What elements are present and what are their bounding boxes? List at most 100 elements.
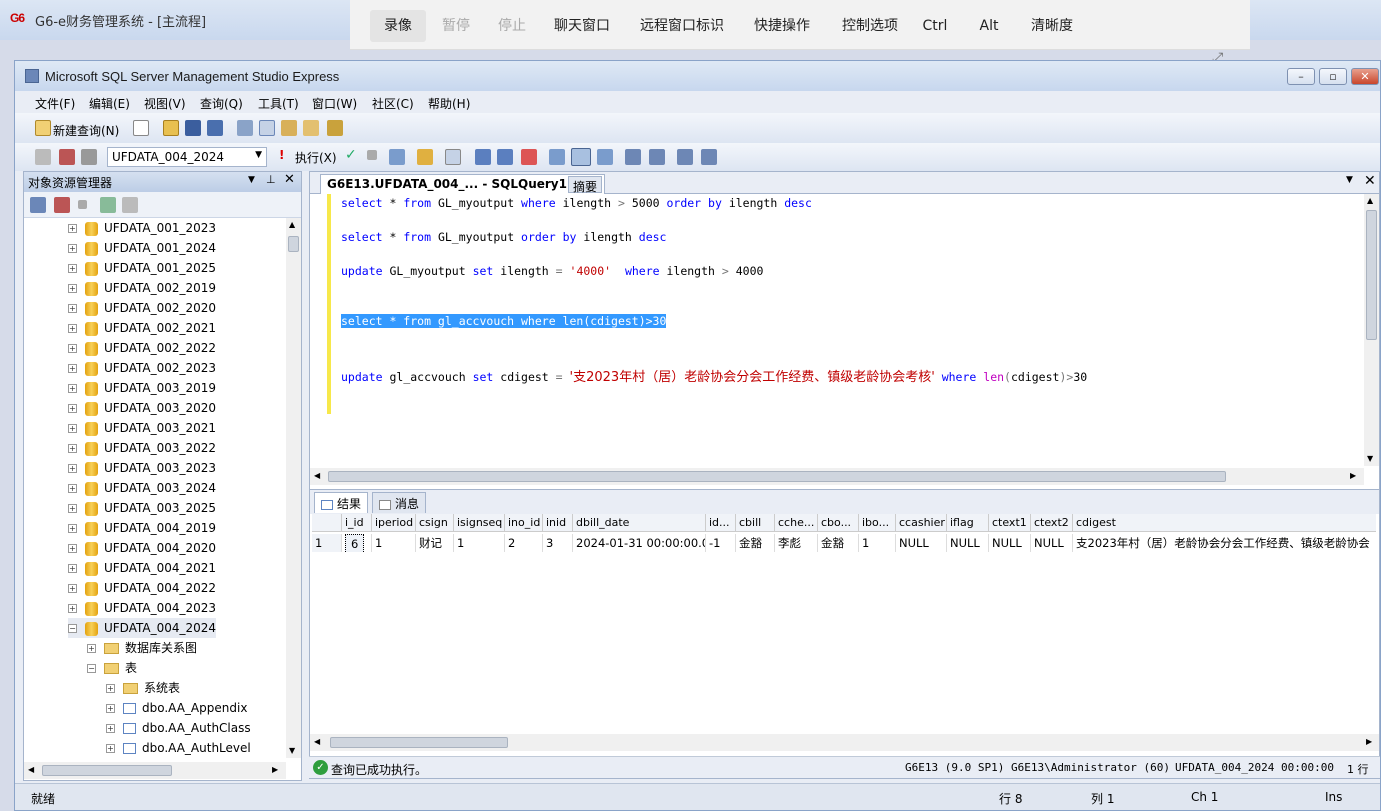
grid-cell[interactable]: NULL	[989, 534, 1031, 552]
maximize-button[interactable]: ▫	[1319, 68, 1347, 85]
tree-node-database[interactable]: + UFDATA_004_2019	[68, 518, 216, 538]
expand-icon[interactable]: +	[68, 404, 77, 413]
scroll-left-icon[interactable]: ◀	[314, 737, 320, 746]
tree-node-database[interactable]: + UFDATA_002_2020	[68, 298, 216, 318]
expand-icon[interactable]: +	[68, 424, 77, 433]
filter-icon[interactable]	[122, 197, 138, 213]
expand-icon[interactable]: +	[68, 224, 77, 233]
object-explorer-horizontal-scrollbar[interactable]: ◀ ▶	[24, 762, 286, 779]
tree-node-database[interactable]: + UFDATA_003_2023	[68, 458, 216, 478]
scroll-left-icon[interactable]: ◀	[28, 765, 34, 774]
expand-icon[interactable]: +	[68, 304, 77, 313]
column-header[interactable]: dbill_date	[573, 514, 706, 532]
menu-file[interactable]: 文件(F)	[35, 95, 75, 112]
increase-indent-icon[interactable]	[701, 149, 717, 165]
tab-dropdown-icon[interactable]: ▼	[1346, 175, 1353, 185]
tree-node-database-selected[interactable]: − UFDATA_004_2024	[68, 618, 217, 638]
column-header[interactable]: cche...	[775, 514, 818, 532]
scroll-thumb[interactable]	[328, 471, 1226, 482]
tree-node-database[interactable]: + UFDATA_002_2021	[68, 318, 216, 338]
tree-node-table[interactable]: + dbo.AA_Appendix	[106, 698, 247, 718]
properties-icon[interactable]	[303, 120, 319, 136]
expand-icon[interactable]: +	[87, 644, 96, 653]
grid-cell[interactable]: NULL	[896, 534, 947, 552]
alt-button[interactable]: Alt	[972, 10, 1006, 42]
refresh-icon[interactable]	[100, 197, 116, 213]
new-file-icon[interactable]	[133, 120, 149, 136]
code-line-selected[interactable]: select * from gl_accvouch where len(cdig…	[341, 314, 667, 328]
column-header[interactable]: inid	[543, 514, 573, 532]
scroll-thumb[interactable]	[330, 737, 508, 748]
grid-cell[interactable]: 1	[454, 534, 505, 552]
close-tab-icon[interactable]: ✕	[1364, 173, 1376, 189]
connect-icon[interactable]	[35, 149, 51, 165]
scroll-up-icon[interactable]: ▲	[1367, 196, 1373, 205]
menu-window[interactable]: 窗口(W)	[312, 95, 357, 112]
column-header[interactable]: i_id	[342, 514, 372, 532]
uncomment-icon[interactable]	[649, 149, 665, 165]
expand-icon[interactable]: +	[68, 604, 77, 613]
tree-node-tables[interactable]: − 表	[87, 658, 137, 678]
grid-cell[interactable]: 6	[342, 534, 372, 552]
tree-node-database[interactable]: + UFDATA_004_2023	[68, 598, 216, 618]
disconnect-icon[interactable]	[54, 197, 70, 213]
close-button[interactable]: ✕	[1351, 68, 1379, 85]
grid-cell[interactable]: NULL	[947, 534, 989, 552]
scroll-right-icon[interactable]: ▶	[1366, 737, 1372, 746]
grid-cell[interactable]: 2	[505, 534, 543, 552]
scroll-right-icon[interactable]: ▶	[1350, 471, 1356, 480]
scroll-left-icon[interactable]: ◀	[314, 471, 320, 480]
scroll-down-icon[interactable]: ▼	[1367, 454, 1373, 463]
collapse-icon[interactable]: −	[68, 624, 77, 633]
expand-icon[interactable]: +	[68, 244, 77, 253]
column-header[interactable]: ccashier	[896, 514, 947, 532]
expand-icon[interactable]: +	[68, 564, 77, 573]
execute-button[interactable]: 执行(X)	[295, 149, 337, 166]
tree-node-database[interactable]: + UFDATA_003_2019	[68, 378, 216, 398]
grid-cell[interactable]: 金豁	[736, 534, 775, 552]
column-header[interactable]: cdigest	[1073, 514, 1376, 532]
pause-button[interactable]: 暂停	[430, 10, 482, 42]
new-query-icon[interactable]	[35, 120, 51, 136]
chat-window-button[interactable]: 聊天窗口	[542, 10, 622, 42]
tree-node-database[interactable]: + UFDATA_003_2020	[68, 398, 216, 418]
expand-icon[interactable]: +	[68, 264, 77, 273]
grid-cell[interactable]: NULL	[1031, 534, 1073, 552]
tree-node-database[interactable]: + UFDATA_003_2024	[68, 478, 216, 498]
disconnect-icon[interactable]	[59, 149, 75, 165]
scroll-thumb[interactable]	[288, 236, 299, 252]
execute-icon[interactable]: !	[279, 148, 284, 162]
scroll-thumb[interactable]	[42, 765, 172, 776]
open-folder-icon[interactable]	[163, 120, 179, 136]
editor-vertical-scrollbar[interactable]: ▲ ▼	[1364, 194, 1379, 466]
expand-icon[interactable]: +	[68, 504, 77, 513]
expand-icon[interactable]: +	[106, 724, 115, 733]
stop-button[interactable]: 停止	[486, 10, 538, 42]
tree-node-database[interactable]: + UFDATA_002_2022	[68, 338, 216, 358]
grid-cell[interactable]: 金豁	[818, 534, 859, 552]
expand-icon[interactable]: +	[106, 704, 115, 713]
tree-node-database[interactable]: + UFDATA_001_2025	[68, 258, 216, 278]
menu-community[interactable]: 社区(C)	[372, 95, 414, 112]
column-header[interactable]: ctext1	[989, 514, 1031, 532]
results-horizontal-scrollbar[interactable]: ◀ ▶	[310, 734, 1379, 751]
minimize-button[interactable]: –	[1287, 68, 1315, 85]
grid-cell[interactable]: 财记	[416, 534, 454, 552]
expand-icon[interactable]: +	[68, 384, 77, 393]
column-header[interactable]: id...	[706, 514, 736, 532]
parse-check-icon[interactable]: ✓	[345, 147, 357, 163]
expand-icon[interactable]: +	[68, 584, 77, 593]
tree-node-database[interactable]: + UFDATA_001_2023	[68, 218, 216, 238]
tree-node-database[interactable]: + UFDATA_001_2024	[68, 238, 216, 258]
menu-view[interactable]: 视图(V)	[144, 95, 186, 112]
scroll-up-icon[interactable]: ▲	[289, 220, 295, 229]
dropdown-icon[interactable]: ▼	[248, 175, 255, 185]
tree-node-table[interactable]: + dbo.AA_AuthClass	[106, 718, 251, 738]
record-button[interactable]: 录像	[370, 10, 426, 42]
collapse-icon[interactable]: −	[87, 664, 96, 673]
quick-actions-button[interactable]: 快捷操作	[742, 10, 822, 42]
remote-window-id-button[interactable]: 远程窗口标识	[630, 10, 734, 42]
column-header[interactable]: cbill	[736, 514, 775, 532]
column-header[interactable]: isignseq	[454, 514, 505, 532]
grid-cell[interactable]: 1	[859, 534, 896, 552]
